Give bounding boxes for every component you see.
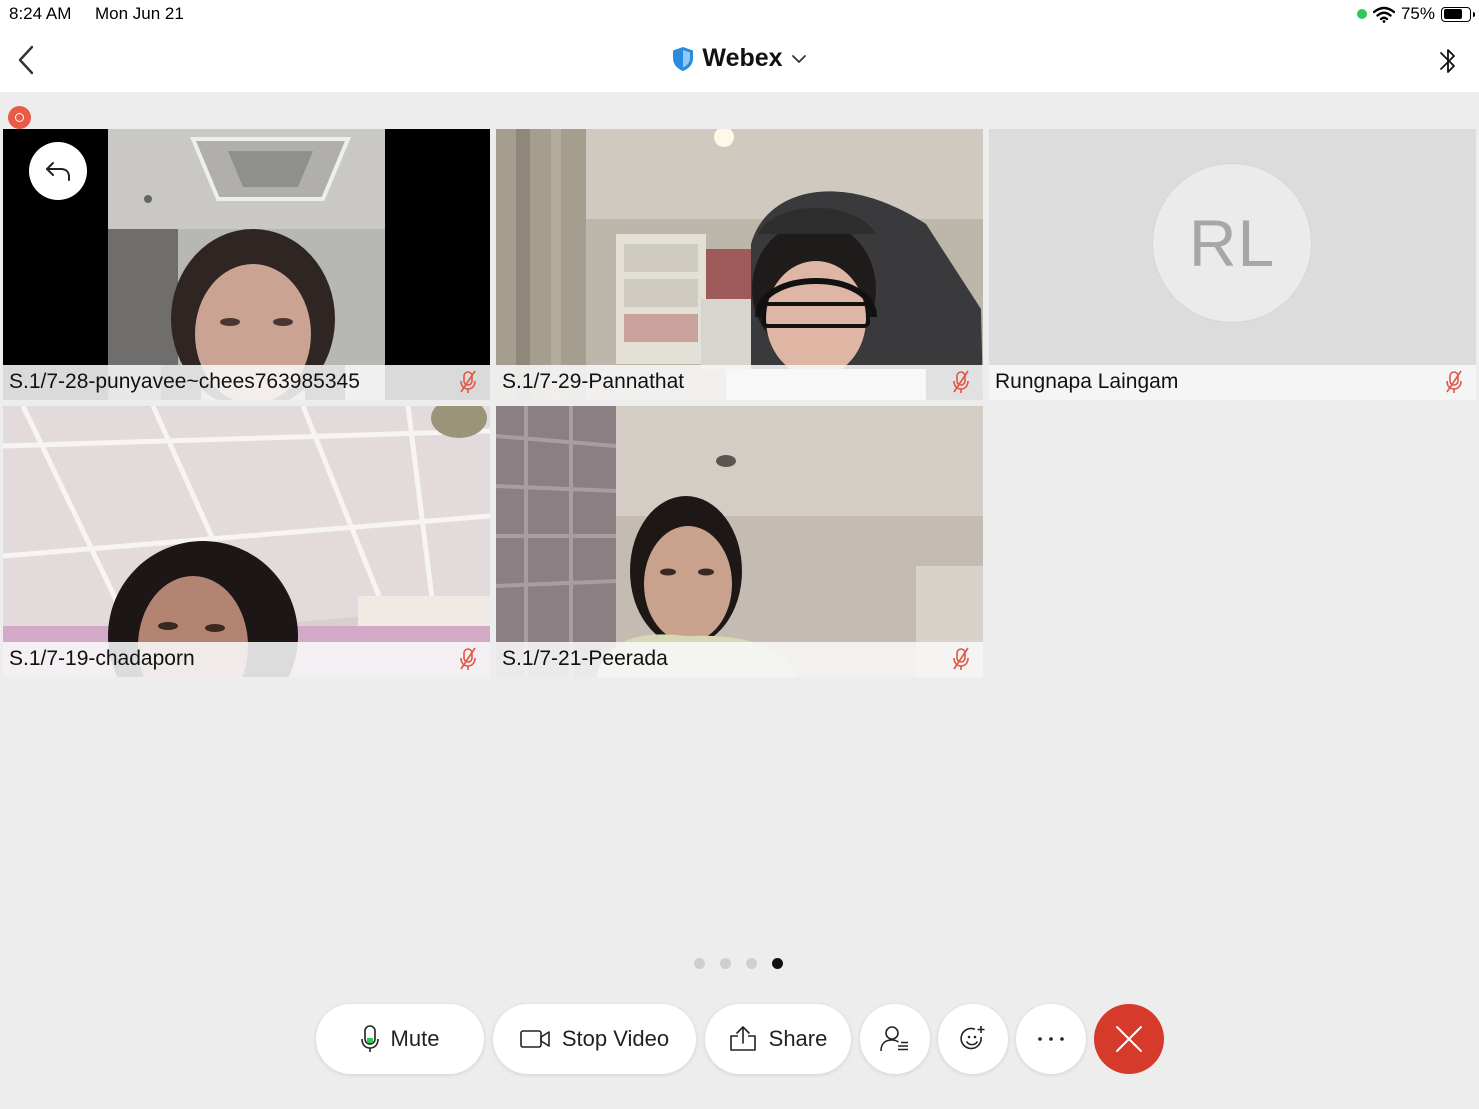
participant-name: S.1/7-29-Pannathat bbox=[502, 370, 685, 393]
muted-mic-icon bbox=[460, 370, 476, 393]
call-controls: Mute Stop Video Share bbox=[0, 1004, 1479, 1076]
participant-tile[interactable]: S.1/7-19-chadaporn bbox=[3, 406, 490, 677]
share-upload-icon bbox=[729, 1026, 756, 1051]
status-date: Mon Jun 21 bbox=[95, 4, 184, 23]
battery-percent: 75% bbox=[1400, 4, 1435, 23]
page-dot[interactable] bbox=[746, 958, 757, 969]
share-button[interactable]: Share bbox=[705, 1004, 851, 1074]
more-dots-icon bbox=[1038, 1037, 1064, 1041]
emoji-add-icon bbox=[960, 1026, 985, 1050]
page-dot[interactable] bbox=[720, 958, 731, 969]
muted-mic-icon bbox=[953, 647, 969, 670]
page-indicator[interactable] bbox=[694, 958, 783, 969]
participant-name: S.1/7-21-Peerada bbox=[502, 647, 668, 670]
recording-indicator-icon bbox=[8, 106, 31, 129]
undo-button[interactable] bbox=[29, 142, 87, 200]
participant-video bbox=[496, 406, 983, 677]
participant-video bbox=[3, 406, 490, 677]
camera-in-use-indicator-icon bbox=[1356, 9, 1367, 19]
status-time: 8:24 AM bbox=[9, 4, 72, 23]
participant-video bbox=[496, 129, 983, 400]
avatar: RL bbox=[1152, 163, 1312, 323]
muted-mic-icon bbox=[460, 647, 476, 670]
reply-arrow-icon bbox=[46, 162, 70, 181]
video-camera-icon bbox=[520, 1030, 550, 1048]
muted-mic-icon bbox=[1446, 370, 1462, 393]
status-indicators: 75% bbox=[1356, 3, 1475, 25]
share-label: Share bbox=[768, 1026, 828, 1051]
close-icon bbox=[1116, 1026, 1142, 1052]
mute-button[interactable]: Mute bbox=[316, 1004, 484, 1074]
meeting-title[interactable]: Webex bbox=[0, 44, 1479, 73]
stop-video-button[interactable]: Stop Video bbox=[493, 1004, 696, 1074]
page-dot-active[interactable] bbox=[772, 958, 783, 969]
participant-tile[interactable]: S.1/7-21-Peerada bbox=[496, 406, 983, 677]
participant-name: S.1/7-28-punyavee~chees763985345 bbox=[9, 370, 360, 393]
page-dot[interactable] bbox=[694, 958, 705, 969]
top-bar: 8:24 AM Mon Jun 21 75% Webex bbox=[0, 0, 1479, 92]
bluetooth-icon[interactable] bbox=[1435, 43, 1461, 79]
participant-tile[interactable]: RL Rungnapa Laingam bbox=[989, 129, 1476, 400]
chevron-down-icon bbox=[791, 54, 806, 63]
shield-icon bbox=[673, 46, 694, 71]
end-call-button[interactable] bbox=[1094, 1004, 1164, 1074]
meeting-title-text: Webex bbox=[702, 44, 783, 72]
participants-list-icon bbox=[880, 1026, 908, 1052]
wifi-icon bbox=[1372, 6, 1395, 23]
participants-button[interactable] bbox=[860, 1004, 930, 1074]
microphone-icon bbox=[360, 1025, 379, 1052]
participant-name: Rungnapa Laingam bbox=[995, 370, 1179, 393]
participant-name: S.1/7-19-chadaporn bbox=[9, 647, 195, 670]
reactions-button[interactable] bbox=[938, 1004, 1008, 1074]
battery-icon bbox=[1441, 6, 1475, 22]
participant-tile[interactable]: S.1/7-29-Pannathat bbox=[496, 129, 983, 400]
more-options-button[interactable] bbox=[1016, 1004, 1086, 1074]
mute-label: Mute bbox=[390, 1026, 440, 1051]
muted-mic-icon bbox=[953, 370, 969, 393]
stop-video-label: Stop Video bbox=[561, 1026, 670, 1051]
participant-tile[interactable]: S.1/7-28-punyavee~chees763985345 bbox=[3, 129, 490, 400]
